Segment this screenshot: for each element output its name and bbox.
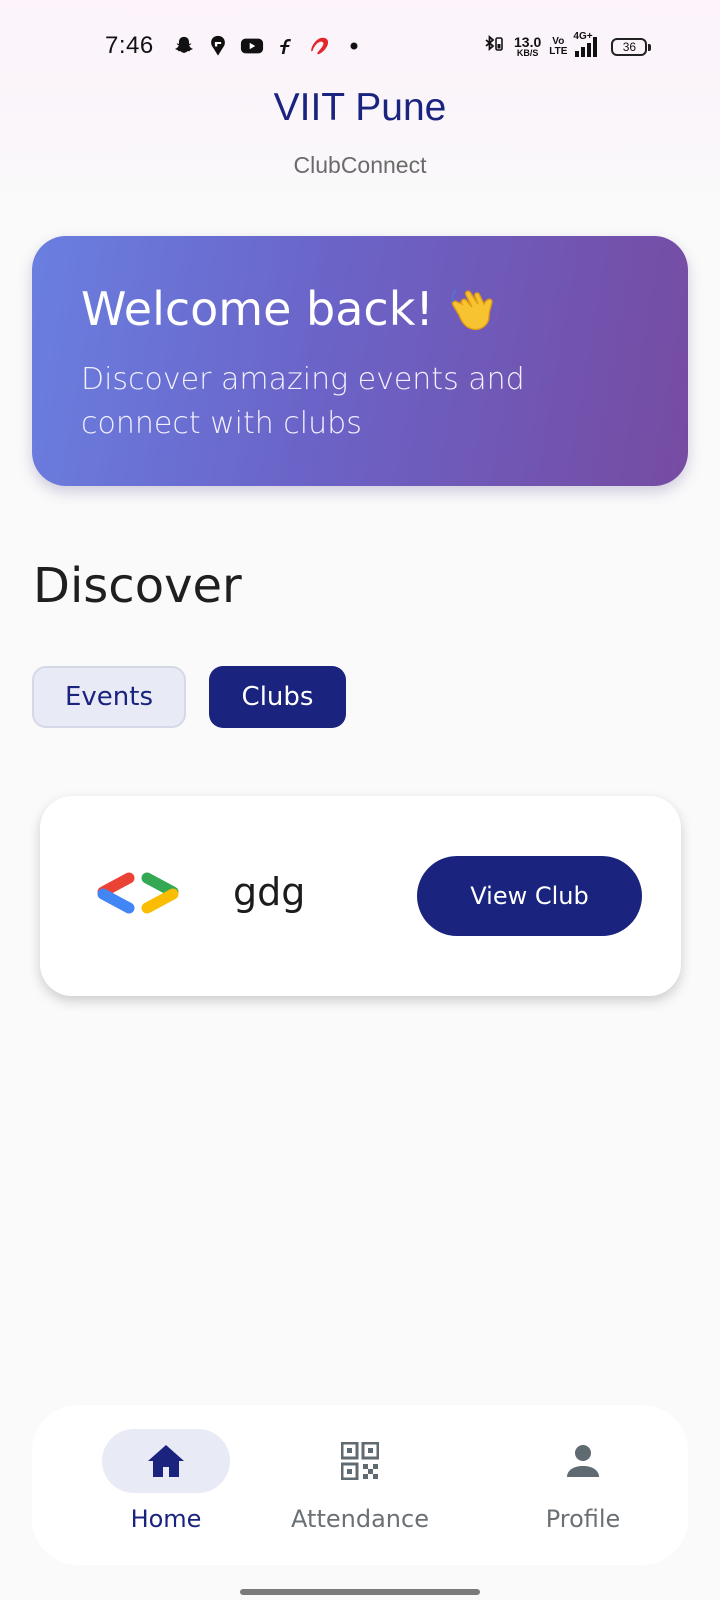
welcome-title: Welcome back! xyxy=(81,282,434,336)
person-icon xyxy=(567,1445,599,1477)
nav-profile-label: Profile xyxy=(545,1505,621,1533)
volte-bottom: LTE xyxy=(549,45,568,57)
app-title: VIIT Pune xyxy=(273,86,447,129)
battery-indicator: 36 xyxy=(611,37,652,56)
nav-attendance-label: Attendance xyxy=(291,1505,429,1533)
nav-home-indicator xyxy=(102,1429,230,1493)
qr-code-icon xyxy=(341,1442,379,1480)
nav-home[interactable]: Home xyxy=(66,1429,266,1539)
swiggy-icon xyxy=(206,34,230,58)
bottom-nav: Home Attendance Profile xyxy=(32,1405,688,1565)
app-subtitle: ClubConnect xyxy=(293,152,427,178)
volte-indicator: Vo LTE xyxy=(549,35,568,57)
net-speed-value: 13.0 xyxy=(514,34,542,50)
home-icon xyxy=(148,1445,184,1477)
net-speed: 13.0 KB/S xyxy=(514,35,541,58)
nav-profile[interactable]: Profile xyxy=(483,1429,683,1539)
system-status-icons: 13.0 KB/S Vo LTE 4G+ 36 xyxy=(482,31,652,61)
signal-icon: 4G+ xyxy=(573,31,598,57)
status-time: 7:46 xyxy=(105,32,154,59)
welcome-subtitle: Discover amazing events and connect with… xyxy=(81,362,525,441)
chip-events[interactable]: Events xyxy=(32,666,186,728)
discover-title: Discover xyxy=(33,558,242,614)
dot-icon xyxy=(342,34,366,58)
youtube-icon xyxy=(240,34,264,58)
nav-attendance[interactable]: Attendance xyxy=(260,1429,460,1539)
welcome-title-row: Welcome back! xyxy=(81,282,504,336)
airtel-icon xyxy=(308,34,332,58)
gdg-logo-icon xyxy=(95,872,181,916)
club-name: gdg xyxy=(233,870,306,914)
network-type: 4G+ xyxy=(573,30,593,42)
nav-profile-indicator xyxy=(519,1429,647,1493)
status-bar: 7:46 13.0 KB/S Vo LTE 4G+ 36 xyxy=(0,26,720,66)
nav-home-label: Home xyxy=(130,1505,202,1533)
snapchat-icon xyxy=(172,34,196,58)
view-club-button[interactable]: View Club xyxy=(417,856,642,936)
waving-hand-icon xyxy=(448,282,504,336)
welcome-card: Welcome back! Discover amazing events an… xyxy=(32,236,688,486)
flipkart-icon xyxy=(274,34,298,58)
net-speed-unit: KB/S xyxy=(516,48,539,58)
volte-top: Vo xyxy=(552,35,565,47)
gesture-home-indicator[interactable] xyxy=(240,1589,480,1595)
notification-icons xyxy=(172,34,366,58)
nav-attendance-indicator xyxy=(296,1429,424,1493)
bluetooth-icon xyxy=(482,32,506,61)
club-card[interactable]: gdg View Club xyxy=(40,796,681,996)
chip-clubs[interactable]: Clubs xyxy=(209,666,346,728)
